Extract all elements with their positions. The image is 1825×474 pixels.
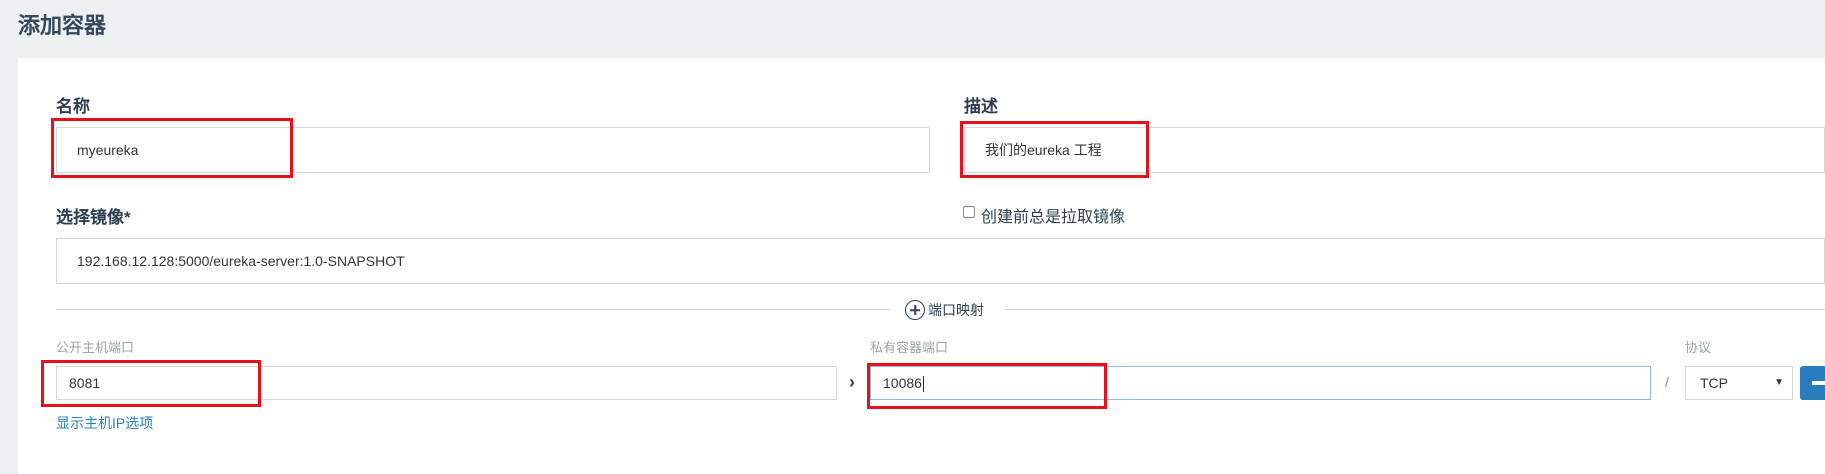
protocol-separator: / bbox=[1665, 374, 1669, 390]
image-input[interactable]: 192.168.12.128:5000/eureka-server:1.0-SN… bbox=[56, 238, 1825, 284]
page-title: 添加容器 bbox=[18, 13, 107, 38]
description-highlight-box bbox=[960, 121, 1149, 178]
public-port-label: 公开主机端口 bbox=[56, 340, 135, 355]
port-mapping-add-button[interactable]: 端口映射 bbox=[905, 298, 984, 322]
remove-port-mapping-button[interactable] bbox=[1800, 366, 1825, 400]
description-label: 描述 bbox=[964, 97, 998, 116]
show-host-ip-options-link[interactable]: 显示主机IP选项 bbox=[56, 413, 153, 433]
private-port-label: 私有容器端口 bbox=[870, 340, 949, 355]
name-highlight-box bbox=[51, 118, 293, 178]
always-pull-label: 创建前总是拉取镜像 bbox=[981, 209, 1126, 226]
protocol-value: TCP bbox=[1700, 375, 1728, 391]
private-port-highlight-box bbox=[867, 363, 1107, 409]
port-mapping-title: 端口映射 bbox=[928, 302, 984, 318]
image-label: 选择镜像* bbox=[56, 208, 131, 227]
public-port-highlight-box bbox=[41, 360, 261, 407]
protocol-select[interactable]: TCP ▼ bbox=[1685, 366, 1793, 400]
always-pull-checkbox[interactable] bbox=[963, 206, 975, 218]
port-mapping-divider-left bbox=[56, 309, 890, 310]
protocol-label: 协议 bbox=[1685, 340, 1712, 355]
plus-circle-icon bbox=[905, 300, 925, 320]
chevron-right-icon: › bbox=[849, 372, 855, 392]
port-mapping-divider-right bbox=[1005, 309, 1825, 310]
name-label: 名称 bbox=[56, 97, 90, 116]
dropdown-arrow-icon: ▼ bbox=[1774, 377, 1784, 388]
